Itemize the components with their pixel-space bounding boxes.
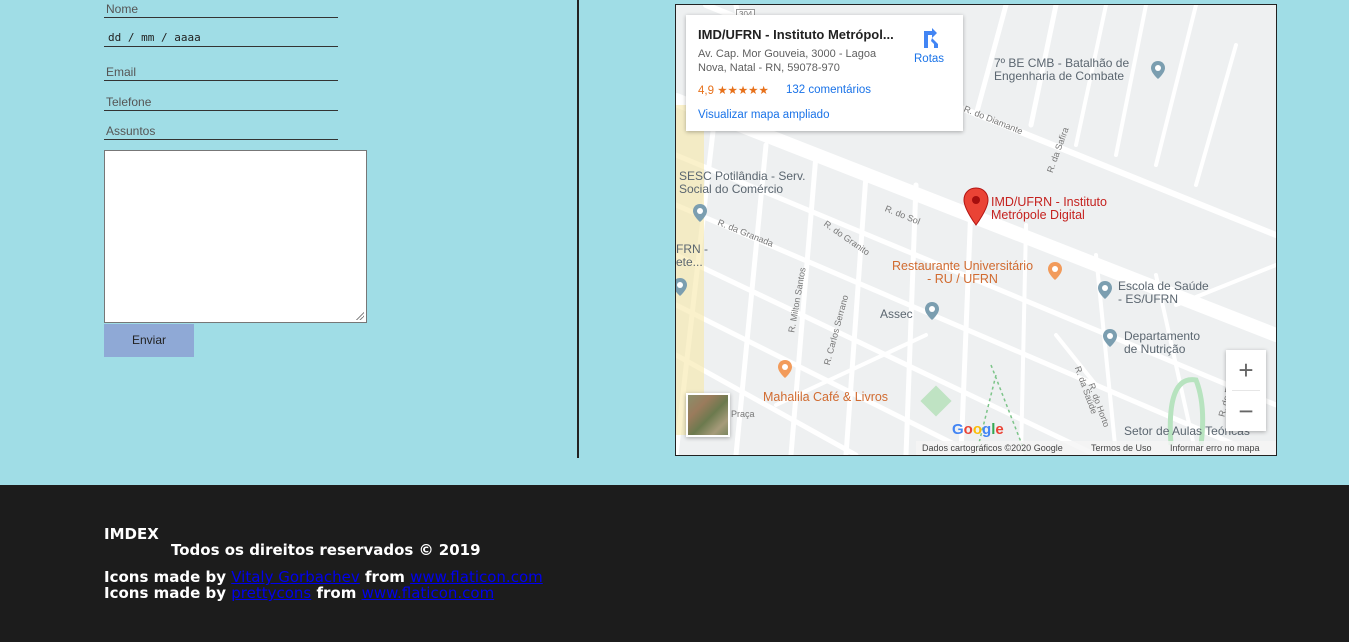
map-data-credit: Dados cartográficos ©2020 Google	[922, 443, 1063, 453]
zoom-controls: + −	[1226, 350, 1266, 431]
poi-escola-saude[interactable]: Escola de Saúde - ES/UFRN	[1118, 280, 1209, 306]
map-attribution: Dados cartográficos ©2020 Google Termos …	[916, 441, 1276, 455]
subjects-field[interactable]: Assuntos	[104, 121, 338, 140]
directions-link[interactable]: Rotas	[914, 53, 944, 65]
poi-mahalila[interactable]: Mahalila Café & Livros	[763, 391, 888, 404]
street-label: Praça	[731, 409, 755, 419]
embedded-map[interactable]: 304 R. do Sol R. da Granada R. do Granit…	[675, 4, 1277, 456]
marker-icon[interactable]	[1097, 280, 1113, 300]
satellite-toggle-button[interactable]	[686, 393, 730, 437]
street	[1194, 43, 1238, 187]
poi-imd[interactable]: IMD/UFRN - Instituto Metrópole Digital	[991, 196, 1107, 222]
page-footer: IMDEX Todos os direitos reservados © 201…	[0, 485, 1349, 642]
place-info-card: IMD/UFRN - Instituto Metrópol... Av. Cap…	[686, 15, 963, 131]
email-field[interactable]: Email	[104, 62, 338, 81]
cafe-marker-icon[interactable]	[777, 359, 793, 379]
date-field[interactable]: dd / mm / aaaa	[104, 26, 338, 47]
marker-icon[interactable]	[675, 277, 688, 297]
place-title: IMD/UFRN - Instituto Metrópol...	[698, 27, 894, 42]
footer-copyright: Todos os direitos reservados © 2019	[171, 541, 481, 559]
zoom-out-button[interactable]: −	[1226, 391, 1266, 431]
directions-icon[interactable]	[920, 28, 942, 50]
school-marker-icon[interactable]	[1102, 328, 1118, 348]
footer-brand: IMDEX	[104, 525, 159, 543]
phone-label: Telefone	[106, 95, 152, 109]
location-pin-icon[interactable]	[963, 187, 989, 227]
marker-icon[interactable]	[1150, 60, 1166, 80]
green-area	[920, 385, 952, 417]
column-divider	[577, 0, 579, 458]
email-label: Email	[106, 65, 137, 79]
content-section: Nome dd / mm / aaaa Email Telefone Assun…	[0, 0, 1349, 485]
name-field[interactable]: Nome	[104, 2, 338, 18]
reviews-link[interactable]: 132 comentários	[786, 84, 871, 96]
phone-field[interactable]: Telefone	[104, 92, 338, 111]
subjects-label: Assuntos	[106, 124, 156, 138]
report-error-link[interactable]: Informar erro no mapa	[1170, 441, 1260, 455]
message-textarea[interactable]	[104, 150, 367, 323]
flaticon-link[interactable]: www.flaticon.com	[362, 584, 495, 602]
zoom-in-button[interactable]: +	[1226, 350, 1266, 390]
poi-assec[interactable]: Assec	[880, 308, 913, 321]
date-value: dd / mm / aaaa	[108, 31, 201, 44]
street	[1154, 5, 1198, 167]
footer-credit-line: Icons made by prettycons from www.flatic…	[104, 584, 495, 602]
marker-icon[interactable]	[924, 301, 940, 321]
google-logo: Google	[952, 421, 1004, 438]
poi-sesc[interactable]: SESC Potilândia - Serv. Social do Comérc…	[679, 170, 806, 196]
terms-link[interactable]: Termos de Uso	[1091, 441, 1152, 455]
poi-ufrn-partial[interactable]: FRN - ete...	[676, 243, 708, 269]
beach-strip	[676, 105, 704, 435]
poi-7becmb[interactable]: 7º BE CMB - Batalhão de Engenharia de Co…	[994, 57, 1129, 83]
restaurant-marker-icon[interactable]	[1047, 261, 1063, 281]
street	[843, 172, 869, 455]
author-link[interactable]: prettycons	[231, 584, 311, 602]
view-larger-map-link[interactable]: Visualizar mapa ampliado	[698, 109, 829, 121]
school-marker-icon[interactable]	[692, 203, 708, 223]
send-button[interactable]: Enviar	[104, 324, 194, 357]
rating-stars-icon: ★★★★★	[717, 85, 769, 97]
name-label: Nome	[106, 2, 139, 16]
place-address: Av. Cap. Mor Gouveia, 3000 - Lagoa Nova,…	[698, 48, 877, 74]
resize-handle-icon[interactable]	[355, 311, 364, 320]
poi-restaurante[interactable]: Restaurante Universitário - RU / UFRN	[892, 260, 1033, 286]
poi-nutricao[interactable]: Departamento de Nutrição	[1124, 330, 1200, 356]
place-rating: 4,9 ★★★★★	[698, 85, 769, 97]
